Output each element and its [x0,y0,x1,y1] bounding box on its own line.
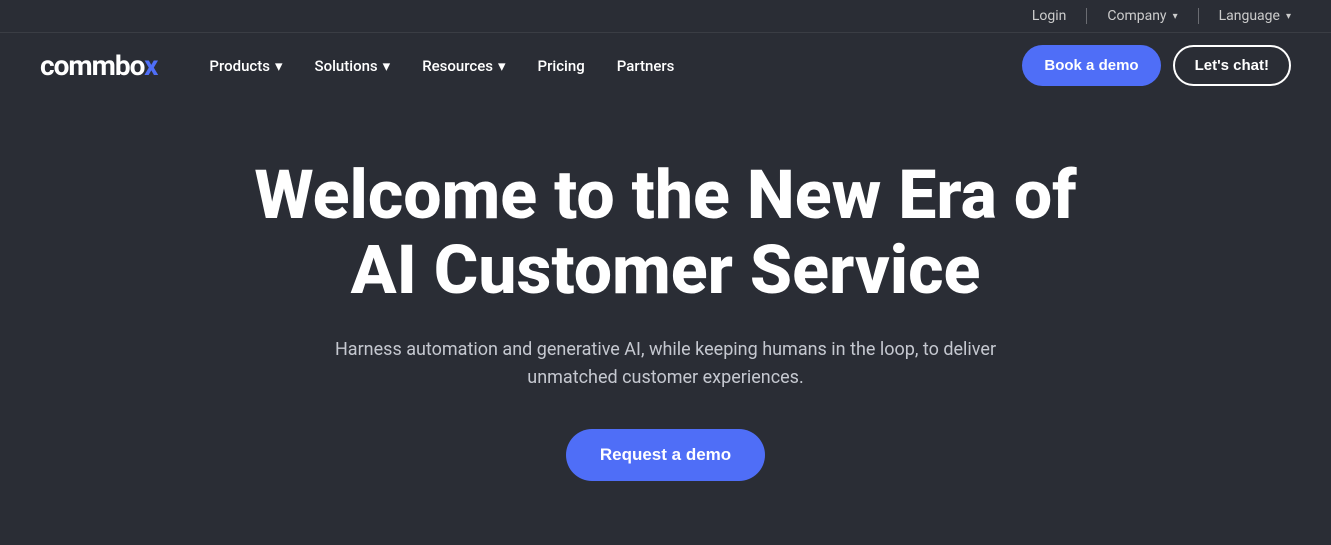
hero-title-line1: Welcome to the New Era of [254,155,1076,235]
logo-text: commbox [40,49,157,82]
lets-chat-button[interactable]: Let's chat! [1173,45,1291,86]
language-menu[interactable]: Language ▾ [1219,8,1291,24]
nav-links: Products ▾ Solutions ▾ Resources ▾ Prici… [197,49,1022,83]
nav-partners[interactable]: Partners [605,49,687,83]
nav-actions: Book a demo Let's chat! [1022,45,1291,86]
hero-title: Welcome to the New Era of AI Customer Se… [254,158,1076,308]
nav-solutions[interactable]: Solutions ▾ [303,49,403,83]
hero-section: Welcome to the New Era of AI Customer Se… [0,98,1331,521]
login-link[interactable]: Login [1032,8,1067,24]
hero-subtitle: Harness automation and generative AI, wh… [326,336,1006,394]
hero-title-line2: AI Customer Service [351,230,981,310]
partners-label: Partners [617,57,675,75]
top-bar: Login Company ▾ Language ▾ [0,0,1331,33]
products-label: Products [209,57,270,75]
pricing-label: Pricing [538,57,585,75]
company-menu[interactable]: Company ▾ [1107,8,1177,24]
company-label: Company [1107,8,1166,24]
products-chevron-icon: ▾ [275,57,283,75]
divider [1086,8,1087,24]
resources-label: Resources [422,57,493,75]
nav-products[interactable]: Products ▾ [197,49,294,83]
book-demo-button[interactable]: Book a demo [1022,45,1160,86]
language-chevron-icon: ▾ [1286,11,1291,22]
solutions-chevron-icon: ▾ [383,57,391,75]
solutions-label: Solutions [315,57,378,75]
divider2 [1198,8,1199,24]
language-label: Language [1219,8,1280,24]
request-demo-button[interactable]: Request a demo [566,429,765,481]
nav-pricing[interactable]: Pricing [526,49,597,83]
company-chevron-icon: ▾ [1173,11,1178,22]
nav-resources[interactable]: Resources ▾ [410,49,517,83]
resources-chevron-icon: ▾ [498,57,506,75]
logo[interactable]: commbox [40,49,157,82]
navbar: commbox Products ▾ Solutions ▾ Resources… [0,33,1331,98]
